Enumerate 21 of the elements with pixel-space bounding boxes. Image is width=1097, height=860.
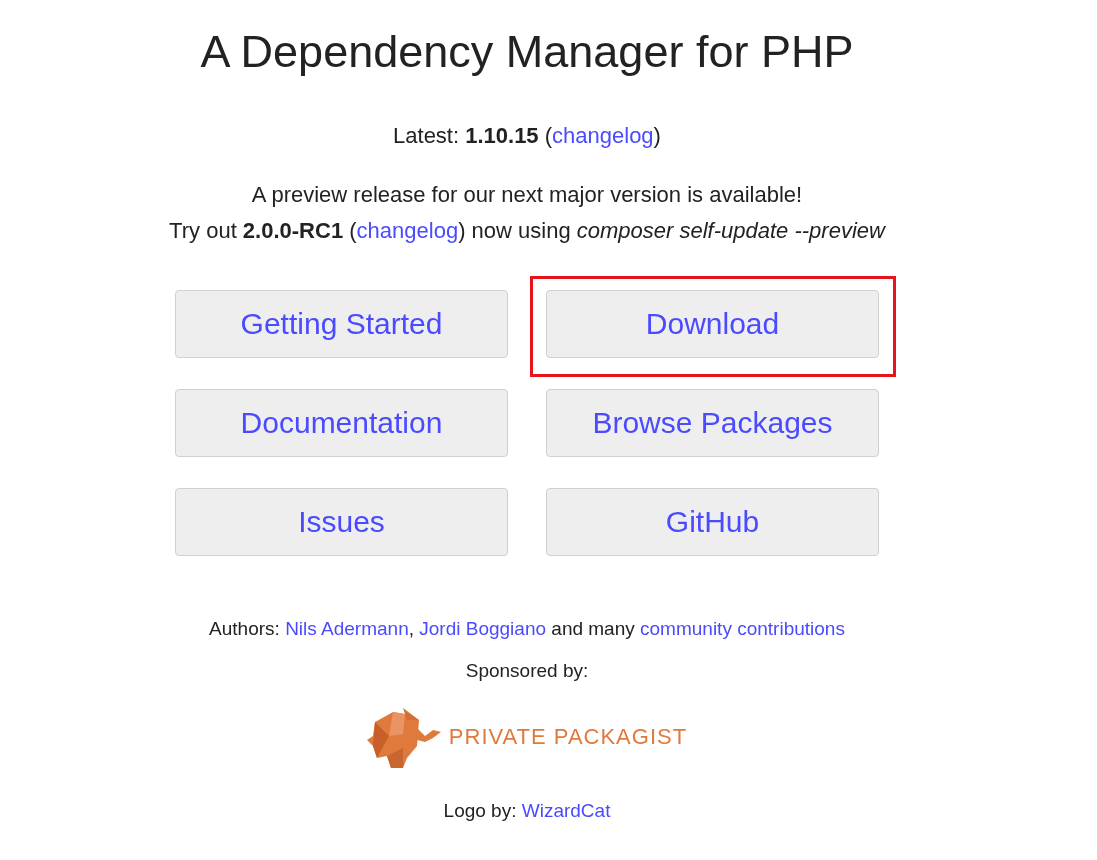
nav-button[interactable]: Download (546, 290, 879, 358)
text-link[interactable]: changelog (356, 218, 459, 243)
latest-version-text: Latest: 1.10.15 (changelog) (393, 122, 661, 150)
authors-text: Authors: Nils Adermann, Jordi Boggiano and many community contributions (209, 617, 845, 641)
nav-button[interactable]: Documentation (175, 389, 508, 457)
page-title: A Dependency Manager for PHP (200, 26, 854, 78)
logo-credit-text: Logo by: WizardCat (443, 799, 611, 823)
elephant-icon (366, 706, 441, 768)
nav-button[interactable]: Browse Packages (546, 389, 879, 457)
preview-notice-text: A preview release for our next major version is available! (250, 181, 804, 209)
nav-button[interactable]: GitHub (546, 488, 879, 556)
text-link[interactable]: Jordi Boggiano (419, 618, 547, 639)
text-link[interactable]: community contributions (640, 618, 845, 639)
text-link[interactable]: WizardCat (521, 800, 611, 821)
sponsor-logo-text: PRIVATE PACKAGIST (448, 724, 688, 750)
text-link[interactable]: changelog (552, 123, 654, 148)
text-link[interactable]: Nils Adermann (285, 618, 409, 639)
nav-button[interactable]: Issues (175, 488, 508, 556)
preview-notice-text: Try out 2.0.0-RC1 (changelog) now using composer self-update --preview (169, 217, 885, 245)
sponsored-label: Sponsored by: (465, 659, 589, 683)
nav-button[interactable]: Getting Started (175, 290, 508, 358)
